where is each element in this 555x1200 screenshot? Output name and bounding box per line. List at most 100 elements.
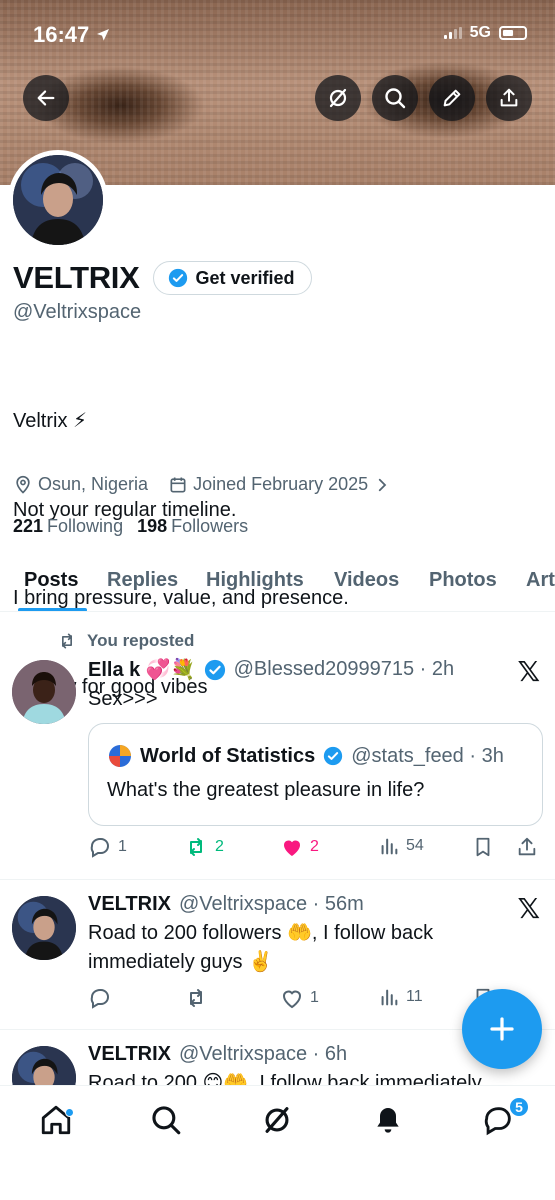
share-icon — [500, 88, 518, 107]
edit-button[interactable] — [429, 75, 475, 121]
repost-icon — [62, 633, 72, 649]
follow-counts: 221 Following 198 Followers — [13, 516, 248, 537]
quoted-author-name: World of Statistics — [140, 744, 316, 767]
post-text: Road to 200 😊🤲, I follow back immediatel… — [88, 1072, 482, 1085]
tab-highlights[interactable]: Highlights — [206, 569, 304, 592]
post-author-avatar[interactable] — [12, 1046, 76, 1085]
location: Osun, Nigeria — [13, 474, 148, 495]
status-time: 16:47 — [33, 22, 111, 48]
reply-button[interactable]: 1 — [88, 835, 127, 859]
reply-icon — [90, 838, 109, 858]
bookmark-icon — [476, 837, 490, 857]
nav-notifications[interactable] — [368, 1100, 408, 1140]
repost-button[interactable] — [183, 986, 215, 1010]
views-button[interactable]: 11 — [378, 986, 423, 1008]
like-count: 1 — [310, 989, 319, 1006]
analytics-icon — [381, 989, 398, 1006]
battery-icon — [499, 26, 527, 40]
avatar-portrait-icon — [12, 896, 76, 960]
profile-avatar[interactable] — [8, 150, 108, 250]
status-bar: 16:47 5G — [0, 0, 555, 70]
heart-filled-icon — [284, 840, 300, 856]
post-header: VELTRIX @Veltrixspace · 56m — [88, 893, 364, 916]
pie-chart-avatar-icon — [109, 745, 131, 767]
post-actions: 1 2 2 54 — [88, 835, 543, 865]
view-count: 54 — [406, 837, 424, 854]
signal-icon — [443, 27, 462, 39]
like-count: 2 — [310, 838, 319, 855]
x-logo-icon: 𝕏 — [517, 656, 540, 687]
search-icon — [385, 88, 406, 109]
reply-button[interactable] — [88, 986, 118, 1010]
location-arrow-icon — [97, 29, 110, 41]
quoted-handle-time: @stats_feed · 3h — [351, 744, 504, 767]
author-handle-time: @Veltrixspace · 56m — [178, 893, 364, 915]
author-name[interactable]: VELTRIX — [88, 1043, 171, 1066]
profile-tabs: Posts Replies Highlights Videos Photos A… — [0, 555, 555, 612]
grok-icon — [265, 1107, 289, 1133]
tab-videos[interactable]: Videos — [334, 569, 399, 592]
pencil-icon — [443, 89, 461, 107]
nav-grok[interactable] — [257, 1100, 297, 1140]
share-post-button[interactable] — [516, 835, 538, 859]
author-name[interactable]: Ella k 💞💐 — [88, 657, 196, 682]
post-author-avatar[interactable] — [12, 660, 76, 724]
bookmark-button[interactable] — [472, 835, 494, 859]
grok-button[interactable] — [315, 75, 361, 121]
nav-home[interactable] — [36, 1100, 76, 1140]
bottom-navigation: 5 — [0, 1085, 555, 1200]
search-button[interactable] — [372, 75, 418, 121]
network-label: 5G — [469, 24, 491, 41]
location-pin-icon — [16, 475, 30, 494]
analytics-icon — [381, 838, 398, 855]
author-handle-time: @Blessed20999715 · 2h — [233, 658, 455, 680]
repost-label: You reposted — [87, 631, 195, 650]
followers-link[interactable]: 198 Followers — [137, 516, 248, 537]
arrow-left-icon — [37, 90, 55, 106]
bio-line: Veltrix ⚡ — [13, 410, 88, 432]
tab-articles[interactable]: Art — [526, 569, 555, 592]
post-header: VELTRIX @Veltrixspace · 6h — [88, 1043, 347, 1066]
like-button[interactable]: 2 — [280, 835, 319, 859]
post-author-avatar[interactable] — [12, 896, 76, 960]
get-verified-label: Get verified — [195, 267, 295, 288]
tab-posts[interactable]: Posts — [24, 569, 78, 592]
repost-button[interactable]: 2 — [183, 835, 224, 859]
nav-messages[interactable]: 5 — [478, 1096, 530, 1140]
quoted-post-text: What's the greatest pleasure in life? — [107, 779, 425, 801]
share-button[interactable] — [486, 75, 532, 121]
quoted-post-header: World of Statistics @stats_feed · 3h — [108, 744, 504, 768]
joined-text: Joined February 2025 — [193, 474, 369, 494]
search-icon — [152, 1106, 181, 1135]
get-verified-button[interactable]: Get verified — [152, 261, 312, 295]
plus-icon — [490, 1017, 514, 1041]
compose-post-button[interactable] — [462, 989, 542, 1069]
following-link[interactable]: 221 Following — [13, 516, 123, 537]
verified-badge-icon — [204, 659, 225, 680]
tab-photos[interactable]: Photos — [429, 569, 497, 592]
calendar-icon — [170, 477, 186, 492]
author-name[interactable]: VELTRIX — [88, 893, 171, 916]
views-button[interactable]: 54 — [378, 835, 424, 857]
location-text: Osun, Nigeria — [38, 474, 149, 494]
joined-date[interactable]: Joined February 2025 — [168, 474, 391, 495]
post[interactable]: You reposted Ella k 💞💐 @Blessed20999715 … — [0, 613, 555, 880]
home-notification-dot — [65, 1108, 74, 1117]
status-indicators: 5G — [443, 24, 527, 42]
avatar-portrait-icon — [12, 1046, 76, 1085]
display-name: VELTRIX — [13, 260, 140, 295]
bell-icon — [377, 1108, 399, 1133]
post-text: Road to 200 followers 🤲, I follow back i… — [88, 922, 434, 973]
reply-count: 1 — [118, 838, 127, 855]
back-button[interactable] — [23, 75, 69, 121]
quoted-post[interactable]: World of Statistics @stats_feed · 3h Wha… — [88, 723, 543, 826]
repost-count: 2 — [215, 838, 224, 855]
tab-replies[interactable]: Replies — [107, 569, 178, 592]
profile-handle: @Veltrixspace — [13, 301, 142, 323]
repost-icon — [190, 989, 202, 1007]
repost-indicator: You reposted — [57, 631, 194, 651]
post-header: Ella k 💞💐 @Blessed20999715 · 2h — [88, 657, 454, 682]
nav-search[interactable] — [146, 1100, 186, 1140]
like-button[interactable]: 1 — [280, 986, 319, 1010]
reply-icon — [90, 989, 109, 1009]
